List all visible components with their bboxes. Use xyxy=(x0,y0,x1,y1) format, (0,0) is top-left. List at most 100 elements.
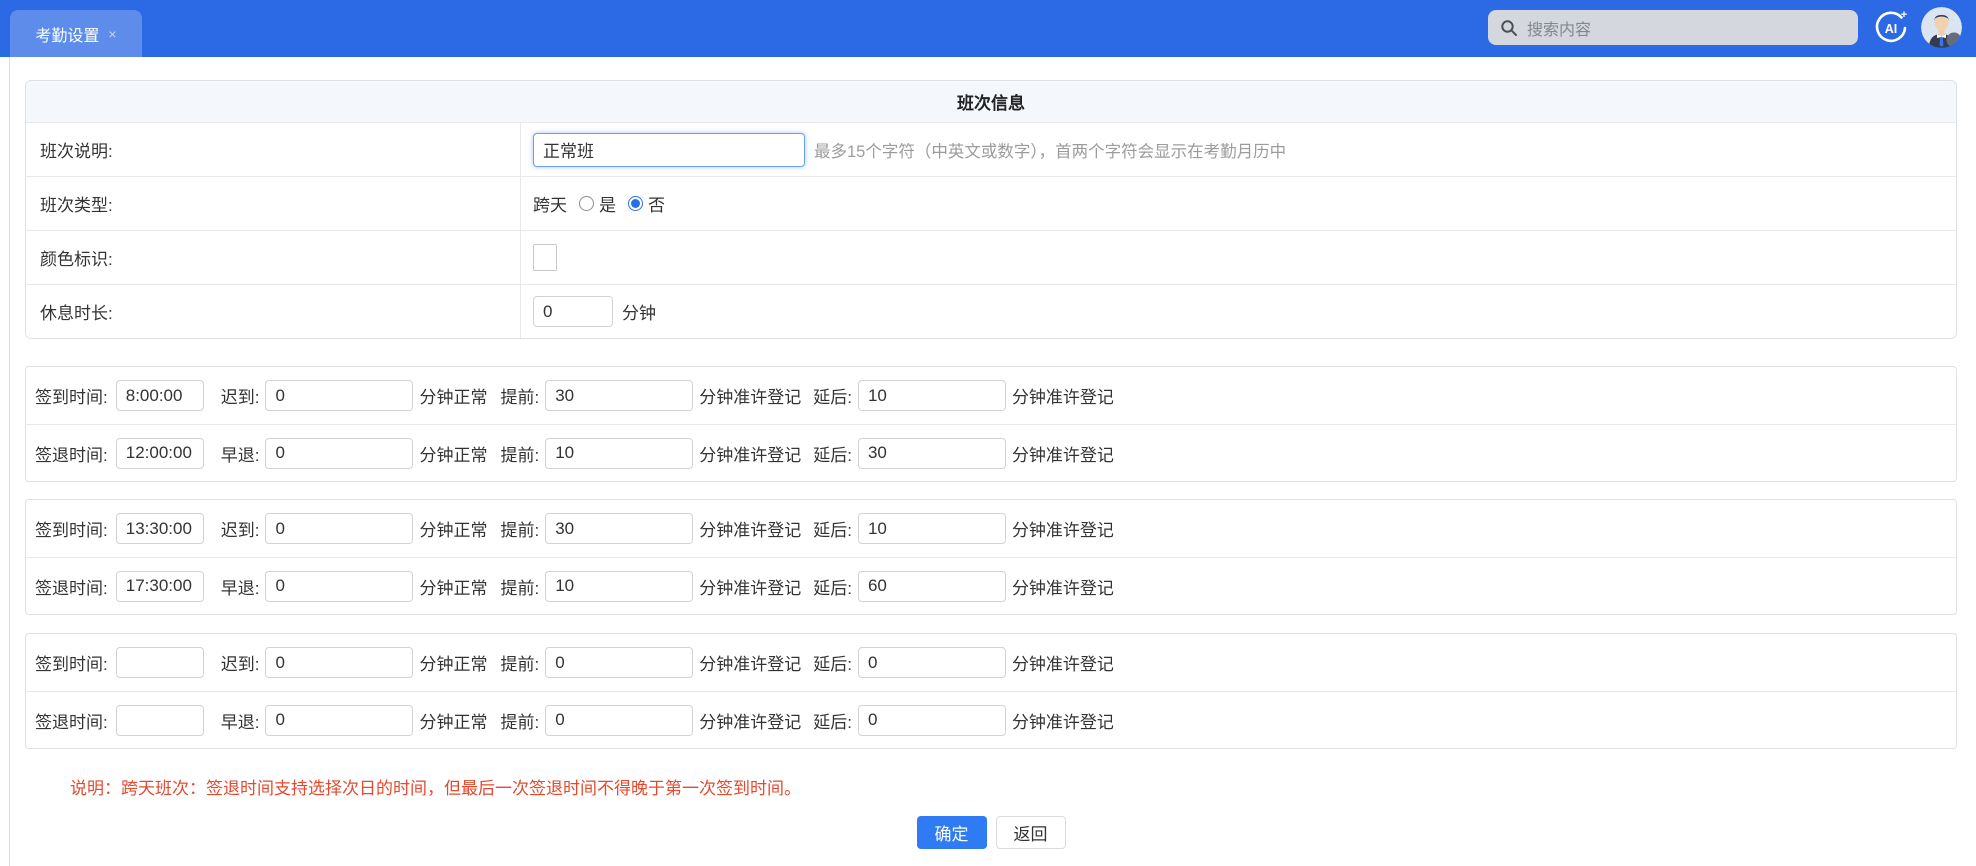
confirm-button[interactable]: 确定 xyxy=(916,816,987,849)
sign-in-time-input[interactable] xyxy=(115,647,204,678)
minutes-normal-text: 分钟正常 xyxy=(419,521,488,540)
after-allow-input[interactable] xyxy=(857,570,1006,602)
minutes-allowed-text: 分钟准许登记 xyxy=(1011,445,1114,465)
sign-out-row: 签退时间: 早退: 分钟正常 提前: 分钟准许登记 延后: 分钟准许登记 xyxy=(26,424,1956,481)
early-allow-label: 提前: xyxy=(500,655,540,674)
sign-out-row: 签退时间: 早退: 分钟正常 提前: 分钟准许登记 延后: 分钟准许登记 xyxy=(26,557,1956,614)
cross-day-note: 说明：跨天班次：签退时间支持选择次日的时间，但最后一次签退时间不得晚于第一次签到… xyxy=(70,779,801,798)
early-allow-input[interactable] xyxy=(545,437,694,469)
leave-early-minutes-input[interactable] xyxy=(265,570,414,602)
sign-in-time-input[interactable] xyxy=(115,380,204,411)
shift-description-label: 班次说明: xyxy=(26,123,521,176)
user-avatar[interactable] xyxy=(1921,7,1962,48)
after-allow-label: 延后: xyxy=(813,521,852,540)
early-allow-input[interactable] xyxy=(545,380,694,411)
leave-early-label: 早退: xyxy=(220,578,260,598)
early-allow-label: 提前: xyxy=(500,578,540,598)
sign-in-row: 签到时间: 迟到: 分钟正常 提前: 分钟准许登记 延后: 分钟准许登记 xyxy=(26,634,1956,691)
left-edge-divider xyxy=(9,57,10,866)
sign-out-time-input[interactable] xyxy=(115,437,204,469)
minutes-allowed-text: 分钟准许登记 xyxy=(699,388,802,407)
shift-settings-form: 班次信息 班次说明: 最多15个字符（中英文或数字），首两个字符会显示在考勤月历… xyxy=(25,80,1957,849)
leave-early-label: 早退: xyxy=(220,712,260,732)
time-period-group-2: 签到时间: 迟到: 分钟正常 提前: 分钟准许登记 延后: 分钟准许登记 签退时… xyxy=(25,499,1957,615)
rest-duration-row: 休息时长: 分钟 xyxy=(26,284,1956,338)
color-picker-swatch[interactable] xyxy=(533,244,557,271)
sign-in-time-label: 签到时间: xyxy=(35,521,108,540)
late-minutes-input[interactable] xyxy=(265,647,414,678)
late-minutes-input[interactable] xyxy=(265,513,414,544)
search-icon xyxy=(1501,19,1517,36)
sign-in-row: 签到时间: 迟到: 分钟正常 提前: 分钟准许登记 延后: 分钟准许登记 xyxy=(26,500,1956,557)
tab-label: 考勤设置 xyxy=(35,27,100,45)
late-label: 迟到: xyxy=(220,388,260,407)
time-period-group-3: 签到时间: 迟到: 分钟正常 提前: 分钟准许登记 延后: 分钟准许登记 签退时… xyxy=(25,633,1957,749)
time-period-group-1: 签到时间: 迟到: 分钟正常 提前: 分钟准许登记 延后: 分钟准许登记 签退时… xyxy=(25,366,1957,482)
sign-out-time-label: 签退时间: xyxy=(35,712,108,732)
cross-day-yes-label[interactable]: 是 xyxy=(599,191,616,216)
shift-info-header: 班次信息 xyxy=(26,81,1956,122)
after-allow-label: 延后: xyxy=(813,655,852,674)
sign-out-time-label: 签退时间: xyxy=(35,578,108,598)
after-allow-label: 延后: xyxy=(813,388,852,407)
minutes-allowed-text: 分钟准许登记 xyxy=(1011,655,1114,674)
svg-text:+: + xyxy=(1901,9,1907,21)
form-actions: 确定 返回 xyxy=(25,816,1957,849)
cross-day-label: 跨天 xyxy=(533,196,567,215)
after-allow-label: 延后: xyxy=(813,712,852,732)
after-allow-input[interactable] xyxy=(857,704,1006,736)
rest-duration-label: 休息时长: xyxy=(26,285,521,338)
minutes-allowed-text: 分钟准许登记 xyxy=(1011,578,1114,598)
topbar-right-tools: 搜索内容 AI + xyxy=(1488,7,1962,48)
sign-out-row: 签退时间: 早退: 分钟正常 提前: 分钟准许登记 延后: 分钟准许登记 xyxy=(26,691,1956,748)
after-allow-input[interactable] xyxy=(857,647,1006,678)
cross-day-yes-radio[interactable] xyxy=(579,196,594,211)
after-allow-input[interactable] xyxy=(857,380,1006,411)
tab-attendance-settings[interactable]: 考勤设置 × xyxy=(10,10,142,57)
leave-early-label: 早退: xyxy=(220,445,260,465)
late-label: 迟到: xyxy=(220,521,260,540)
sign-in-time-label: 签到时间: xyxy=(35,655,108,674)
back-button[interactable]: 返回 xyxy=(995,816,1066,849)
after-allow-label: 延后: xyxy=(813,578,852,598)
early-allow-label: 提前: xyxy=(500,521,540,540)
after-allow-input[interactable] xyxy=(857,513,1006,544)
sign-in-time-input[interactable] xyxy=(115,513,204,544)
early-allow-input[interactable] xyxy=(545,513,694,544)
minutes-allowed-text: 分钟准许登记 xyxy=(699,445,802,465)
cross-day-no-label[interactable]: 否 xyxy=(648,191,665,216)
leave-early-minutes-input[interactable] xyxy=(265,704,414,736)
late-minutes-input[interactable] xyxy=(265,380,414,411)
top-navigation-bar: 考勤设置 × 搜索内容 AI + xyxy=(0,0,1976,57)
early-allow-input[interactable] xyxy=(545,647,694,678)
early-allow-label: 提前: xyxy=(500,445,540,465)
search-placeholder: 搜索内容 xyxy=(1527,21,1592,39)
after-allow-input[interactable] xyxy=(857,437,1006,469)
minutes-allowed-text: 分钟准许登记 xyxy=(1011,712,1114,732)
cross-day-no-radio[interactable] xyxy=(628,196,643,211)
minutes-normal-text: 分钟正常 xyxy=(419,445,488,465)
early-allow-input[interactable] xyxy=(545,570,694,602)
shift-info-table: 班次信息 班次说明: 最多15个字符（中英文或数字），首两个字符会显示在考勤月历… xyxy=(25,80,1957,339)
minutes-normal-text: 分钟正常 xyxy=(419,388,488,407)
sign-out-time-input[interactable] xyxy=(115,570,204,602)
early-allow-label: 提前: xyxy=(500,388,540,407)
rest-duration-unit: 分钟 xyxy=(622,304,656,323)
early-allow-input[interactable] xyxy=(545,704,694,736)
rest-duration-input[interactable] xyxy=(533,296,613,327)
ai-assistant-button[interactable]: AI + xyxy=(1872,9,1910,47)
search-input[interactable]: 搜索内容 xyxy=(1488,10,1858,45)
avatar-image xyxy=(1921,7,1962,48)
minutes-allowed-text: 分钟准许登记 xyxy=(1011,521,1114,540)
shift-type-row: 班次类型: 跨天 是 否 xyxy=(26,176,1956,230)
shift-description-input[interactable] xyxy=(533,132,805,167)
minutes-allowed-text: 分钟准许登记 xyxy=(699,578,802,598)
minutes-allowed-text: 分钟准许登记 xyxy=(699,521,802,540)
sign-out-time-input[interactable] xyxy=(115,704,204,736)
sign-in-time-label: 签到时间: xyxy=(35,388,108,407)
late-label: 迟到: xyxy=(220,655,260,674)
after-allow-label: 延后: xyxy=(813,445,852,465)
tab-close-icon[interactable]: × xyxy=(108,27,116,41)
svg-text:AI: AI xyxy=(1885,22,1898,36)
leave-early-minutes-input[interactable] xyxy=(265,437,414,469)
